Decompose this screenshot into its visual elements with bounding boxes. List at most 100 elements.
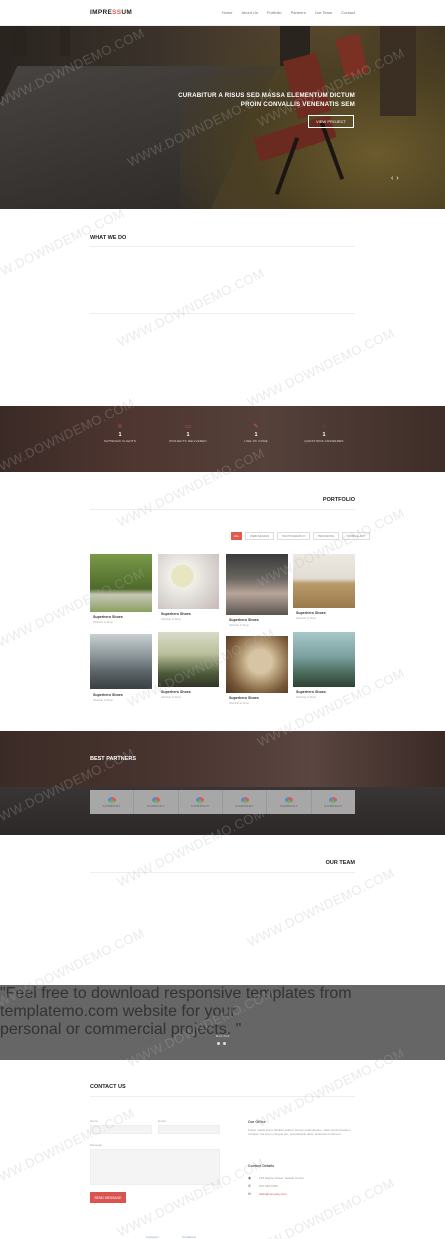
send-message-button[interactable]: SEND MESSAGE	[90, 1192, 126, 1203]
partner-logos: COMPANY COMPANY COMPANY COMPANY COMPANY …	[90, 790, 355, 814]
portfolio-item[interactable]: Superhero Shoes Website & Shop	[90, 634, 152, 706]
partner-logo-text: COMPANY	[235, 803, 254, 808]
filter-web-design[interactable]: WEB DESIGN	[245, 532, 275, 540]
message-field[interactable]	[90, 1149, 220, 1185]
name-field[interactable]	[90, 1125, 152, 1134]
watermark-text: WWW.DOWNDEMO.COM	[244, 865, 397, 950]
portfolio-title: PORTFOLIO	[322, 497, 355, 503]
portfolio-item-subtitle: Website & Shop	[93, 620, 114, 624]
partner-logo[interactable]: COMPANY	[178, 790, 223, 814]
menu-item-home[interactable]: Home	[222, 10, 233, 15]
office-title: Our Office	[248, 1120, 266, 1124]
portfolio-item-subtitle: Website & Shop	[229, 701, 250, 705]
next-arrow-icon[interactable]: ›	[396, 175, 398, 182]
portfolio-item[interactable]: Superhero Shoes Website & Shop	[226, 554, 288, 632]
watermark-text: WWW.DOWNDEMO.COM	[114, 265, 267, 350]
filter-branding[interactable]: BRANDING	[313, 532, 340, 540]
portfolio-item[interactable]: Superhero Shoes Website & Shop	[226, 636, 288, 706]
portfolio-item-subtitle: Website & Shop	[161, 695, 182, 699]
testimonial-author: Mark Wolf	[215, 1034, 230, 1038]
portfolio-thumbnail	[293, 554, 355, 608]
phone-icon: ✆	[248, 1184, 252, 1188]
partner-logo[interactable]: COMPANY	[134, 790, 179, 814]
site-logo[interactable]: IMPRESSUM	[90, 9, 132, 16]
portfolio-item-subtitle: Website & Shop	[161, 617, 182, 621]
testimonial-line1: "Feel free to download responsive templa…	[0, 985, 352, 1020]
portfolio-thumbnail	[293, 632, 355, 687]
portfolio-item[interactable]: Superhero Shoes Website & Shop	[90, 554, 152, 626]
envelope-icon: ✉	[248, 1192, 252, 1196]
menu-item-team[interactable]: Our Team	[315, 10, 333, 15]
partner-logo-text: COMPANY	[102, 803, 121, 808]
stat-item: ♕ 1 SATISFIED CLIENTS	[95, 423, 145, 443]
portfolio-thumbnail	[90, 554, 152, 612]
logo-text-b: SS	[112, 9, 122, 16]
divider	[90, 1096, 355, 1097]
portfolio-item-subtitle: Website & Shop	[93, 698, 114, 702]
partner-logo[interactable]: COMPANY	[222, 790, 268, 814]
main-menu: Home About Us Portfolio Partners Our Tea…	[222, 10, 355, 15]
crown-icon: ♕	[117, 424, 123, 430]
filter-all[interactable]: ALL	[231, 532, 242, 540]
watermark-text: WWW.DOWNDEMO.COM	[244, 325, 397, 410]
address-text: 123 Dayton Street, Seattle Center	[259, 1176, 305, 1180]
company-logo-icon	[107, 796, 116, 803]
menu-item-portfolio[interactable]: Portfolio	[267, 10, 282, 15]
testimonial-pager	[217, 1042, 226, 1045]
email-link[interactable]: hello@company.com	[259, 1192, 287, 1196]
stat-label: PROJECTS DELIVERED	[169, 439, 207, 443]
filter-photography[interactable]: PHOTOGRAPHY	[277, 532, 311, 540]
portfolio-thumbnail	[226, 636, 288, 693]
office-text: Fusce mattis lorem facilisis pellent. Do…	[248, 1128, 351, 1137]
portfolio-item-title: Superhero Shoes	[93, 693, 123, 697]
address-row: ◉ 123 Dayton Street, Seattle Center	[248, 1176, 304, 1180]
name-label: Name	[90, 1119, 99, 1123]
menu-item-contact[interactable]: Contact	[341, 10, 355, 15]
portfolio-item-subtitle: Website & Shop	[229, 623, 250, 627]
map-marker-icon: ◉	[248, 1176, 252, 1180]
portfolio-item[interactable]: Superhero Shoes Website & Shop	[158, 554, 219, 626]
email-label: Email	[158, 1119, 166, 1123]
email-field[interactable]	[158, 1125, 220, 1134]
email-row: ✉ hello@company.com	[248, 1192, 287, 1196]
watermark-text: WWW.DOWNDEMO.COM	[0, 205, 127, 290]
partner-logo-text: COMPANY	[146, 803, 166, 808]
top-navbar: IMPRESSUM Home About Us Portfolio Partne…	[0, 0, 445, 26]
company-logo-icon	[151, 796, 160, 803]
portfolio-item-subtitle: Website & Shop	[296, 616, 317, 620]
message-label: Message	[90, 1143, 103, 1147]
pager-dot[interactable]	[217, 1042, 220, 1045]
testimonial-quote: "Feel free to download responsive templa…	[0, 985, 445, 1039]
portfolio-item-title: Superhero Shoes	[93, 615, 123, 619]
contact-us-title: CONTACT US	[90, 1084, 126, 1090]
menu-item-partners[interactable]: Partners	[291, 10, 306, 15]
stat-label: SATISFIED CLIENTS	[103, 439, 137, 443]
company-logo-icon	[196, 796, 205, 803]
portfolio-thumbnail	[226, 554, 288, 615]
portfolio-item-title: Superhero Shoes	[161, 690, 191, 694]
view-project-button[interactable]: VIEW PROJECT	[308, 115, 354, 128]
logo-text-c: UM	[121, 9, 133, 16]
portfolio-item[interactable]: Superhero Shoes Website & Shop	[293, 554, 355, 626]
partner-logo[interactable]: COMPANY	[90, 790, 135, 814]
menu-item-about[interactable]: About Us	[241, 10, 257, 15]
company-logo-icon	[240, 796, 249, 803]
stat-value: 1	[186, 432, 190, 438]
portfolio-item[interactable]: Superhero Shoes Website & Shop	[293, 632, 355, 706]
hero-slider	[0, 26, 445, 209]
logo-text-a: IMPRE	[90, 9, 113, 16]
partner-logo[interactable]: COMPANY	[267, 790, 312, 814]
portfolio-item-subtitle: Website & Shop	[296, 695, 317, 699]
prev-arrow-icon[interactable]: ‹	[391, 175, 393, 182]
filter-mobile-app[interactable]: MOBILE APP	[342, 532, 371, 540]
hero-headline-line1: CURABITUR A RISUS SED MASSA ELEMENTUM DI…	[178, 92, 355, 99]
stat-label: QUESTIONS ANSWERED	[304, 439, 344, 443]
partner-logo[interactable]: COMPANY	[311, 790, 355, 814]
portfolio-item[interactable]: Superhero Shoes Website & Shop	[158, 632, 219, 708]
hero-headline: CURABITUR A RISUS SED MASSA ELEMENTUM DI…	[155, 91, 355, 109]
best-partners-title: BEST PARTNERS	[90, 756, 137, 762]
pager-dot[interactable]	[223, 1042, 226, 1045]
portfolio-item-title: Superhero Shoes	[229, 618, 259, 622]
speech-bubble-icon: ◌	[322, 424, 326, 430]
company-logo-icon	[284, 796, 293, 803]
